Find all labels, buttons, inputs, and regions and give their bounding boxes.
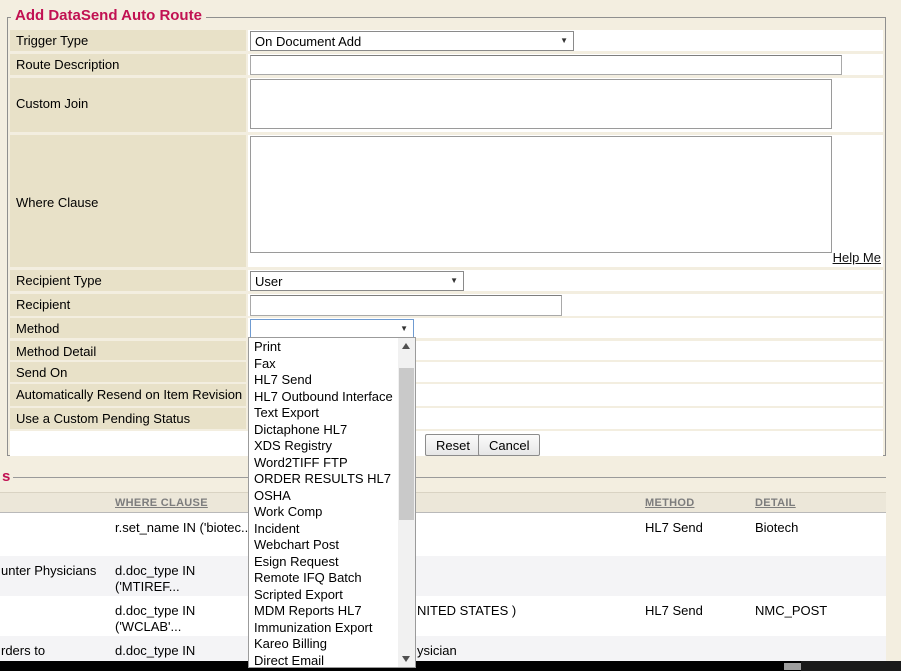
custom-join-cell bbox=[248, 78, 883, 132]
add-datasend-auto-route-form: Add DataSend Auto Route Trigger Type On … bbox=[7, 17, 886, 456]
recipient-type-select[interactable]: User ▼ bbox=[250, 271, 464, 291]
form-title: Add DataSend Auto Route bbox=[11, 7, 206, 24]
method-option[interactable]: HL7 Outbound Interface bbox=[249, 389, 397, 406]
method-option[interactable]: Immunization Export bbox=[249, 620, 397, 637]
where-clause-cell: Help Me bbox=[248, 135, 883, 267]
where-clause-row: Where Clause Help Me bbox=[10, 135, 883, 267]
reset-button[interactable]: Reset bbox=[425, 434, 481, 456]
send-on-label: Send On bbox=[10, 362, 246, 382]
bottom-bar bbox=[0, 661, 901, 671]
route-description-row: Route Description bbox=[10, 54, 883, 75]
method-option[interactable]: OSHA bbox=[249, 488, 397, 505]
method-option[interactable]: Word2TIFF FTP bbox=[249, 455, 397, 472]
recipient-type-row: Recipient Type User ▼ bbox=[10, 270, 883, 291]
arrow-down-icon bbox=[402, 656, 410, 662]
send-on-row: Send On bbox=[10, 362, 883, 382]
recipient-row: Recipient bbox=[10, 294, 883, 316]
custom-join-label: Custom Join bbox=[10, 78, 246, 132]
table-row[interactable]: rders to d.doc_type IN('REFORD... ysicia… bbox=[0, 636, 886, 661]
where-clause-label: Where Clause bbox=[10, 135, 246, 267]
scrollbar-thumb[interactable] bbox=[399, 368, 414, 520]
dropdown-scrollbar[interactable] bbox=[398, 338, 415, 667]
trigger-type-select[interactable]: On Document Add ▼ bbox=[250, 31, 574, 51]
recipient-cell bbox=[248, 294, 883, 316]
route-description-label: Route Description bbox=[10, 54, 246, 75]
recipient-label: Recipient bbox=[10, 294, 246, 316]
method-option[interactable]: Text Export bbox=[249, 405, 397, 422]
method-option[interactable]: MDM Reports HL7 bbox=[249, 603, 397, 620]
arrow-up-icon bbox=[402, 343, 410, 349]
custom-join-textarea[interactable] bbox=[250, 79, 832, 129]
table-row[interactable]: r.set_name IN ('biotec... HL7 Send Biote… bbox=[0, 513, 886, 556]
scroll-down-button[interactable] bbox=[398, 651, 415, 667]
horizontal-scrollbar-thumb[interactable] bbox=[784, 663, 801, 670]
chevron-down-icon: ▼ bbox=[560, 37, 568, 45]
recipient-input[interactable] bbox=[250, 295, 562, 316]
method-select[interactable]: ▼ bbox=[250, 319, 414, 339]
chevron-down-icon: ▼ bbox=[450, 277, 458, 285]
method-option[interactable]: Scripted Export bbox=[249, 587, 397, 604]
method-option[interactable]: Direct Email bbox=[249, 653, 397, 670]
recipient-type-label: Recipient Type bbox=[10, 270, 246, 291]
custom-join-row: Custom Join bbox=[10, 78, 883, 132]
scroll-up-button[interactable] bbox=[398, 338, 415, 354]
method-option[interactable]: Print bbox=[249, 339, 397, 356]
cancel-button[interactable]: Cancel bbox=[478, 434, 540, 456]
method-option[interactable]: Work Comp bbox=[249, 504, 397, 521]
route-description-cell bbox=[248, 54, 883, 75]
method-option[interactable]: Remote IFQ Batch bbox=[249, 570, 397, 587]
trigger-type-cell: On Document Add ▼ bbox=[248, 30, 883, 51]
routes-table-header: WHERE CLAUSE METHOD DETAIL bbox=[0, 492, 886, 513]
form-buttons-row: Reset Cancel bbox=[10, 431, 883, 456]
recipient-type-value: User bbox=[255, 274, 282, 289]
recipient-type-cell: User ▼ bbox=[248, 270, 883, 291]
method-option[interactable]: ORDER RESULTS HL7 bbox=[249, 471, 397, 488]
method-cell: ▼ bbox=[248, 318, 883, 338]
routes-section-title: s bbox=[2, 468, 13, 485]
custom-pending-status-row: Use a Custom Pending Status bbox=[10, 408, 883, 429]
trigger-type-label: Trigger Type bbox=[10, 30, 246, 51]
help-me-link[interactable]: Help Me bbox=[833, 250, 881, 265]
trigger-type-row: Trigger Type On Document Add ▼ bbox=[10, 30, 883, 51]
routes-section-divider bbox=[13, 477, 886, 478]
method-option[interactable]: HL7 Send bbox=[249, 372, 397, 389]
method-dropdown-list: Print Fax HL7 Send HL7 Outbound Interfac… bbox=[248, 337, 416, 668]
trigger-type-value: On Document Add bbox=[255, 34, 361, 49]
table-row[interactable]: unter Physicians d.doc_type IN('MTIREF..… bbox=[0, 556, 886, 596]
method-detail-label: Method Detail bbox=[10, 341, 246, 360]
method-detail-row: Method Detail bbox=[10, 341, 883, 360]
auto-resend-label: Automatically Resend on Item Revision bbox=[10, 384, 246, 406]
column-header-where-clause[interactable]: WHERE CLAUSE bbox=[115, 497, 208, 509]
method-option[interactable]: Dictaphone HL7 bbox=[249, 422, 397, 439]
column-header-method[interactable]: METHOD bbox=[645, 497, 694, 509]
route-description-input[interactable] bbox=[250, 55, 842, 75]
method-option[interactable]: Esign Request bbox=[249, 554, 397, 571]
custom-pending-status-label: Use a Custom Pending Status bbox=[10, 408, 246, 429]
method-option[interactable]: Incident bbox=[249, 521, 397, 538]
chevron-down-icon: ▼ bbox=[400, 325, 408, 333]
form-buttons-cell: Reset Cancel bbox=[10, 431, 883, 456]
column-header-detail[interactable]: DETAIL bbox=[755, 497, 796, 509]
method-row: Method ▼ bbox=[10, 318, 883, 338]
method-dropdown-options: Print Fax HL7 Send HL7 Outbound Interfac… bbox=[249, 339, 397, 669]
method-option[interactable]: Kareo Billing bbox=[249, 636, 397, 653]
table-row[interactable]: d.doc_type IN('WCLAB'... NITED STATES ) … bbox=[0, 596, 886, 636]
method-option[interactable]: XDS Registry bbox=[249, 438, 397, 455]
method-option[interactable]: Fax bbox=[249, 356, 397, 373]
where-clause-textarea[interactable] bbox=[250, 136, 832, 253]
method-option[interactable]: Webchart Post bbox=[249, 537, 397, 554]
method-label: Method bbox=[10, 318, 246, 338]
auto-resend-row: Automatically Resend on Item Revision bbox=[10, 384, 883, 406]
bottom-bar-right-segment bbox=[801, 661, 901, 671]
